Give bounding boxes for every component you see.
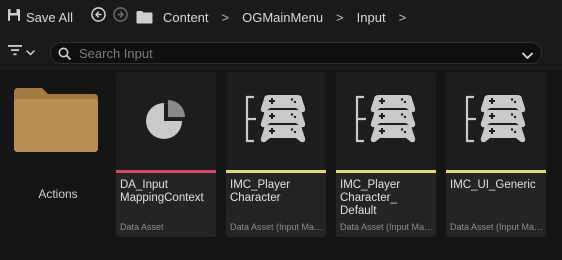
asset-name: IMC_UI_Generic [450,179,536,191]
save-all-label: Save All [26,9,73,25]
search-input[interactable] [79,45,499,61]
asset-type-stripe [446,170,546,173]
filter-icon [8,43,22,61]
asset-type-stripe [336,170,436,173]
folder-label: Actions [38,187,78,201]
breadcrumb-separator[interactable]: > [336,10,344,25]
breadcrumb-ogmainmenu[interactable]: OGMainMenu [242,10,323,25]
breadcrumb-content[interactable]: Content [163,10,209,25]
asset-card[interactable]: IMC_Player Character_ Default Data Asset… [336,72,436,237]
asset-grid: Actions DA_Input MappingContext Data Ass… [0,70,562,260]
forward-button[interactable] [112,7,130,27]
chevron-down-icon [26,43,35,61]
asset-thumbnail [336,72,436,170]
save-all-button[interactable]: Save All [7,5,73,29]
asset-card[interactable]: IMC_Player Character Data Asset (Input M… [226,72,326,237]
input-mapping-icon [464,93,528,150]
pie-chart-icon [142,95,190,148]
asset-type-stripe [226,170,326,173]
search-options-chevron-icon[interactable] [522,47,533,65]
back-arrow-icon [91,7,107,27]
filter-button[interactable] [8,43,35,61]
breadcrumb-separator[interactable]: > [399,10,407,25]
folder-actions[interactable]: Actions [6,80,110,210]
asset-thumbnail [446,72,546,170]
asset-thumbnail [116,72,216,170]
folder-icon [136,10,153,24]
input-mapping-icon [244,93,308,150]
asset-name: DA_Input MappingContext [120,179,204,204]
input-mapping-icon [354,93,418,150]
filter-bar [0,34,562,70]
asset-card[interactable]: IMC_UI_Generic Data Asset (Input Mapping… [446,72,546,237]
asset-type: Data Asset (Input Mapping Context) [340,222,434,232]
asset-name: IMC_Player Character [230,179,291,204]
breadcrumb: Content > OGMainMenu > Input > [157,10,419,25]
breadcrumb-input[interactable]: Input [357,10,386,25]
search-icon [58,47,71,60]
toolbar: Save All Content > OGMainMenu > Input > [0,0,562,34]
save-icon [7,8,21,27]
asset-type: Data Asset (Input Mapping Context) [450,222,544,232]
asset-name: IMC_Player Character_ Default [340,179,401,217]
asset-thumbnail [226,72,326,170]
breadcrumb-separator[interactable]: > [222,10,230,25]
asset-card[interactable]: DA_Input MappingContext Data Asset [116,72,216,237]
back-button[interactable] [90,7,108,27]
search-box [50,42,542,64]
asset-type-stripe [116,170,216,173]
forward-arrow-icon [113,7,129,27]
asset-type: Data Asset [120,222,164,232]
folder-icon [12,86,100,159]
asset-type: Data Asset (Input Mapping Context) [230,222,324,232]
